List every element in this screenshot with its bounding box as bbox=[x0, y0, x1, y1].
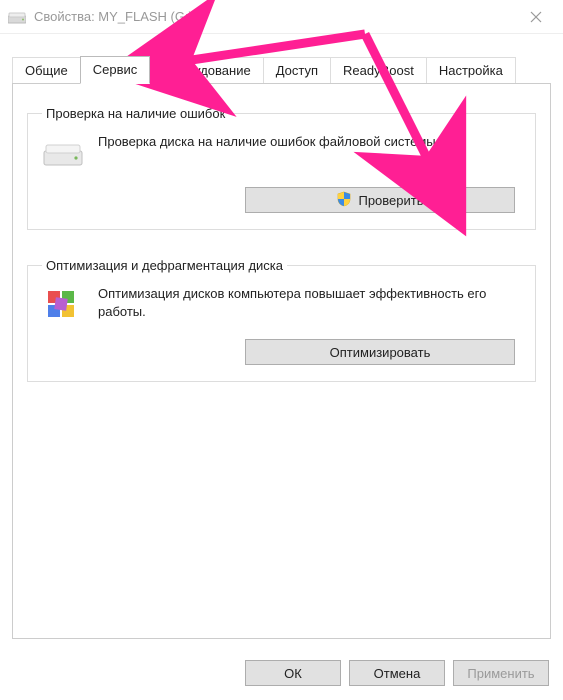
shield-icon bbox=[336, 191, 352, 210]
tab-general[interactable]: Общие bbox=[12, 57, 81, 84]
tab-readyboost[interactable]: ReadyBoost bbox=[330, 57, 427, 84]
optimize-button-label: Оптимизировать bbox=[330, 345, 431, 360]
optimize-button[interactable]: Оптимизировать bbox=[245, 339, 515, 365]
ok-button[interactable]: ОК bbox=[245, 660, 341, 686]
group-defrag: Оптимизация и дефрагментация диска Оптим… bbox=[27, 258, 536, 382]
cancel-button[interactable]: Отмена bbox=[349, 660, 445, 686]
tab-panel-service: Проверка на наличие ошибок Проверка диск… bbox=[12, 83, 551, 639]
group-defrag-text: Оптимизация дисков компьютера повышает э… bbox=[98, 285, 521, 320]
group-defrag-legend: Оптимизация и дефрагментация диска bbox=[42, 258, 287, 273]
tab-service[interactable]: Сервис bbox=[80, 56, 151, 84]
group-error-check-legend: Проверка на наличие ошибок bbox=[42, 106, 229, 121]
drive-icon bbox=[8, 10, 26, 24]
check-button-label: Проверить bbox=[358, 193, 423, 208]
dialog-buttons: ОК Отмена Применить bbox=[245, 660, 549, 686]
close-icon bbox=[530, 11, 542, 23]
window-title: Свойства: MY_FLASH (G:) bbox=[34, 9, 513, 24]
window-titlebar: Свойства: MY_FLASH (G:) bbox=[0, 0, 563, 34]
group-error-check-text: Проверка диска на наличие ошибок файлово… bbox=[98, 133, 521, 151]
group-error-check: Проверка на наличие ошибок Проверка диск… bbox=[27, 106, 536, 230]
apply-button[interactable]: Применить bbox=[453, 660, 549, 686]
window-close-button[interactable] bbox=[513, 2, 559, 32]
defrag-icon bbox=[42, 285, 84, 327]
drive-check-icon bbox=[42, 133, 84, 175]
tab-customize[interactable]: Настройка bbox=[426, 57, 516, 84]
check-button[interactable]: Проверить bbox=[245, 187, 515, 213]
tab-hardware[interactable]: Оборудование bbox=[149, 57, 263, 84]
tab-strip: Общие Сервис Оборудование Доступ ReadyBo… bbox=[12, 54, 551, 84]
tab-sharing[interactable]: Доступ bbox=[263, 57, 331, 84]
